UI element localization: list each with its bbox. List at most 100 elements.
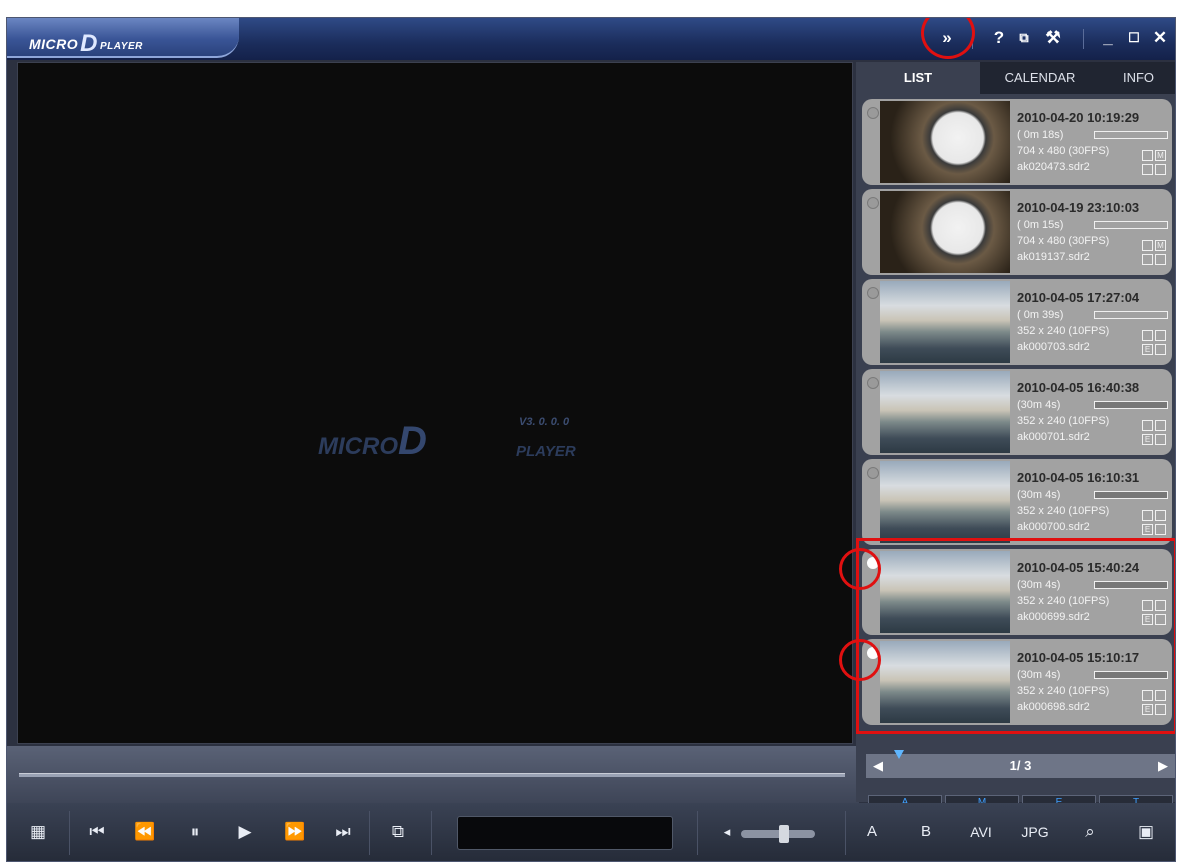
wrench-icon: ⚒ <box>1045 28 1061 47</box>
minimize-button[interactable]: _ <box>1097 26 1119 50</box>
flag-e <box>1142 254 1153 265</box>
recording-resolution: 352 x 240 (10FPS) <box>1017 505 1110 517</box>
recording-progress-bar <box>1094 131 1168 139</box>
volume-slider[interactable] <box>741 825 815 843</box>
open-folder-button[interactable]: ▣ <box>1133 817 1159 847</box>
recording-date: 2010-04-05 <box>1017 380 1084 395</box>
select-radio[interactable] <box>867 377 879 389</box>
recording-list-item[interactable]: 2010-04-05 15:40:24 (30m 4s) 352 x 240 (10… <box>862 549 1172 635</box>
skip-forward-icon: ⏭ <box>335 822 351 841</box>
flag-e: E <box>1142 344 1153 355</box>
recording-time: 17:27:04 <box>1087 290 1140 305</box>
recording-datetime: 2010-04-05 17:27:04 <box>1017 290 1139 305</box>
help-button[interactable]: ? <box>989 26 1009 50</box>
copy-button[interactable]: ⧉ <box>385 817 411 847</box>
recording-duration: (30m 4s) <box>1017 399 1061 411</box>
flag-m <box>1155 510 1166 521</box>
video-viewport[interactable]: MICROD PLAYER V3. 0. 0. 0 <box>17 62 853 744</box>
seek-slider[interactable] <box>19 773 845 777</box>
tab-calendar[interactable]: CALENDAR <box>980 62 1100 94</box>
flag-box <box>1155 524 1166 535</box>
select-radio[interactable] <box>867 467 879 479</box>
flag-box <box>1142 240 1153 251</box>
flag-e: E <box>1142 704 1153 715</box>
control-separator <box>431 811 432 855</box>
volume-button[interactable]: ◂ <box>717 817 737 847</box>
select-radio[interactable] <box>867 557 879 569</box>
flag-m: M <box>1155 150 1166 161</box>
export-jpg-button[interactable]: JPG <box>1015 817 1055 847</box>
control-separator <box>69 811 70 855</box>
recording-datetime: 2010-04-05 15:40:24 <box>1017 560 1139 575</box>
skip-to-start-button[interactable]: ⏮ <box>83 817 111 847</box>
recording-time: 15:40:24 <box>1087 560 1140 575</box>
select-radio[interactable] <box>867 647 879 659</box>
fast-forward-icon: ⏩ <box>284 822 306 841</box>
recording-list-item[interactable]: 2010-04-19 23:10:03 ( 0m 15s) 704 x 480 (3… <box>862 189 1172 275</box>
flag-m <box>1155 330 1166 341</box>
recording-list-item[interactable]: 2010-04-05 17:27:04 ( 0m 39s) 352 x 240 (1… <box>862 279 1172 365</box>
pagination-bar: ◀ 1/ 3 ▶ <box>866 750 1175 778</box>
window-mode-button[interactable]: ⧉ <box>1013 26 1035 50</box>
recording-resolution: 352 x 240 (10FPS) <box>1017 415 1110 427</box>
fast-forward-button[interactable]: ⏩ <box>281 817 309 847</box>
close-button[interactable]: ✕ <box>1149 26 1171 50</box>
maximize-button[interactable]: ☐ <box>1123 26 1145 50</box>
volume-knob[interactable] <box>779 825 790 843</box>
flag-box <box>1155 254 1166 265</box>
progress-fill <box>1095 492 1167 498</box>
playback-controls: ▦ ⏮ ⏪ ⏸ ▶ ⏩ ⏭ ⧉ ◂ A B AVI JPG ⌕ ▣ <box>7 803 1175 861</box>
flag-box <box>1142 330 1153 341</box>
skip-to-end-button[interactable]: ⏭ <box>329 817 357 847</box>
grid-view-button[interactable]: ▦ <box>23 817 53 847</box>
recording-time: 16:10:31 <box>1087 470 1140 485</box>
pause-button[interactable]: ⏸ <box>181 817 209 847</box>
select-radio[interactable] <box>867 197 879 209</box>
video-watermark-logo: MICROD PLAYER V3. 0. 0. 0 <box>318 416 576 464</box>
rewind-button[interactable]: ⏪ <box>131 817 159 847</box>
recording-filename: ak000699.sdr2 <box>1017 611 1090 623</box>
select-radio[interactable] <box>867 287 879 299</box>
flag-box <box>1142 510 1153 521</box>
play-icon: ▶ <box>238 822 252 841</box>
progress-fill <box>1095 672 1167 678</box>
tab-list[interactable]: LIST <box>856 62 980 94</box>
export-avi-button[interactable]: AVI <box>961 817 1001 847</box>
micro-d-player-window: MICROD PLAYER » ? ⧉ ⚒ _ ☐ ✕ MICROD PLAYER… <box>6 17 1176 862</box>
flag-box <box>1155 164 1166 175</box>
play-button[interactable]: ▶ <box>231 817 259 847</box>
expand-panel-button[interactable]: » <box>933 26 961 50</box>
folder-icon: ▣ <box>1137 822 1155 841</box>
recording-thumbnail <box>880 101 1010 183</box>
flag-box <box>1142 600 1153 611</box>
recording-time: 16:40:38 <box>1087 380 1140 395</box>
recording-filename: ak000701.sdr2 <box>1017 431 1090 443</box>
flag-m <box>1155 600 1166 611</box>
windows-icon: ⧉ <box>1019 30 1029 45</box>
recording-thumbnail <box>880 551 1010 633</box>
tab-info[interactable]: INFO <box>1100 62 1175 94</box>
flag-m: M <box>1155 240 1166 251</box>
recording-list-item[interactable]: 2010-04-05 15:10:17 (30m 4s) 352 x 240 (10… <box>862 639 1172 725</box>
mark-b-button[interactable]: B <box>913 817 939 847</box>
recording-resolution: 352 x 240 (10FPS) <box>1017 685 1110 697</box>
page-marker <box>894 750 904 759</box>
search-icon: ⌕ <box>1085 822 1095 841</box>
recording-list-item[interactable]: 2010-04-20 10:19:29 ( 0m 18s) 704 x 480 (3… <box>862 99 1172 185</box>
select-radio[interactable] <box>867 107 879 119</box>
recording-thumbnail <box>880 371 1010 453</box>
recording-list-item[interactable]: 2010-04-05 16:40:38 (30m 4s) 352 x 240 (10… <box>862 369 1172 455</box>
flag-box <box>1142 150 1153 161</box>
search-button[interactable]: ⌕ <box>1077 817 1103 847</box>
recording-resolution: 704 x 480 (30FPS) <box>1017 235 1110 247</box>
recording-list-item[interactable]: 2010-04-05 16:10:31 (30m 4s) 352 x 240 (10… <box>862 459 1172 545</box>
next-page-button[interactable]: ▶ <box>1151 754 1175 778</box>
recording-progress-bar <box>1094 401 1168 409</box>
recording-date: 2010-04-05 <box>1017 650 1084 665</box>
recording-filename: ak000698.sdr2 <box>1017 701 1090 713</box>
recording-filename: ak020473.sdr2 <box>1017 161 1090 173</box>
mark-a-button[interactable]: A <box>859 817 885 847</box>
flag-box <box>1155 344 1166 355</box>
settings-button[interactable]: ⚒ <box>1041 26 1065 50</box>
close-icon: ✕ <box>1152 28 1168 47</box>
